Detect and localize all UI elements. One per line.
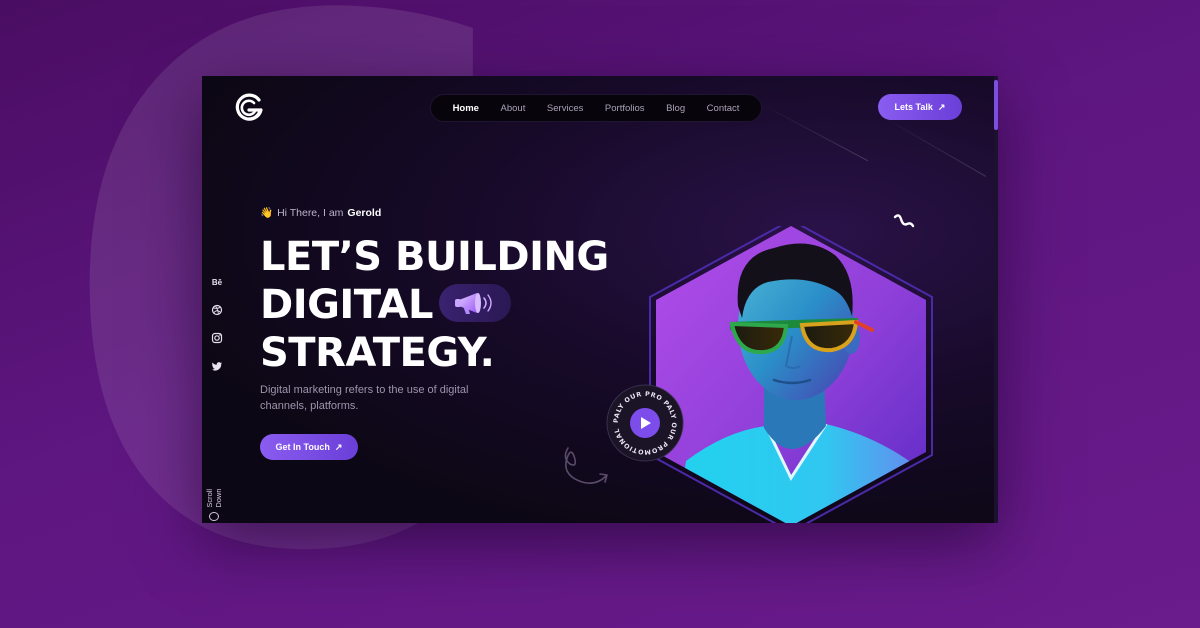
hero-greeting: 👋 Hi There, I am Gerold <box>260 206 382 220</box>
scroll-circle-icon <box>209 511 219 521</box>
accent-line <box>761 104 869 162</box>
waving-hand-icon: 👋 <box>260 207 274 219</box>
headline-line-2: DIGITAL <box>260 282 433 328</box>
lets-talk-button[interactable]: Lets Talk ↗ <box>878 94 962 120</box>
nav-item-about[interactable]: About <box>501 103 526 114</box>
scroll-down-label: Scroll Down <box>205 488 223 508</box>
headline-line-1: LET’S BUILDING <box>260 234 609 280</box>
megaphone-pill <box>438 284 511 322</box>
lets-talk-label: Lets Talk <box>894 102 933 112</box>
main-nav: Home About Services Portfolios Blog Cont… <box>430 94 762 122</box>
scroll-down-indicator[interactable]: Scroll Down <box>205 471 223 521</box>
greeting-prefix: Hi There, I am <box>277 206 344 219</box>
instagram-icon[interactable] <box>209 330 225 346</box>
hero-mockup: Home About Services Portfolios Blog Cont… <box>202 76 998 523</box>
arrow-up-right-icon: ↗ <box>334 441 343 452</box>
nav-item-home[interactable]: Home <box>453 103 479 114</box>
twitter-icon[interactable] <box>209 358 225 374</box>
megaphone-icon <box>454 293 492 314</box>
nav-item-contact[interactable]: Contact <box>707 103 740 114</box>
get-in-touch-button[interactable]: Get In Touch ↗ <box>260 434 358 460</box>
g-logo-icon[interactable] <box>232 91 266 125</box>
nav-item-portfolios[interactable]: Portfolios <box>605 103 645 114</box>
hero-portrait <box>649 226 933 523</box>
accent-line <box>881 116 987 177</box>
hero-headline: LET’S BUILDING DIGITAL STRATEGY. <box>260 233 609 377</box>
headline-line-2-row: DIGITAL <box>260 281 609 329</box>
arrow-up-right-icon: ↗ <box>937 101 946 112</box>
social-links: Bē <box>209 274 225 374</box>
nav-item-services[interactable]: Services <box>547 103 583 114</box>
greeting-name: Gerold <box>347 206 382 219</box>
nav-item-blog[interactable]: Blog <box>666 103 685 114</box>
play-video-badge[interactable]: PALY OUR PRO PALY OUR PROMOTIONAL VIDEO <box>606 384 684 462</box>
headline-line-3: STRATEGY. <box>260 330 495 376</box>
scrollbar-track[interactable] <box>994 76 998 523</box>
get-in-touch-label: Get In Touch <box>275 442 330 452</box>
dribbble-icon[interactable] <box>209 302 225 318</box>
behance-icon[interactable]: Bē <box>209 274 225 290</box>
scrollbar-thumb[interactable] <box>994 80 998 130</box>
hero-description: Digital marketing refers to the use of d… <box>260 384 469 412</box>
